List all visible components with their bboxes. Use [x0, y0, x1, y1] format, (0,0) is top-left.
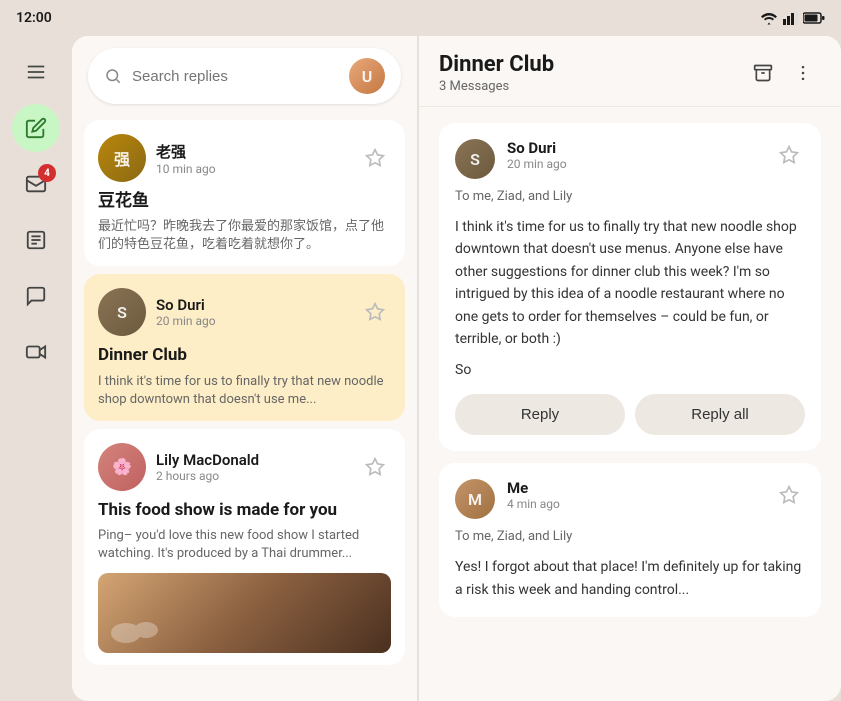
email-sender-2: Me	[507, 479, 761, 497]
card-subject-2: Dinner Club	[98, 344, 391, 366]
user-avatar[interactable]: U	[349, 58, 385, 94]
email-actions-1: Reply Reply all	[455, 394, 805, 435]
compose-icon	[25, 117, 47, 139]
email-sender-1: So Duri	[507, 139, 761, 157]
star-btn-3[interactable]	[359, 451, 391, 483]
email-body-2: Yes! I forgot about that place! I'm defi…	[455, 556, 805, 601]
sidebar-item-menu[interactable]	[12, 48, 60, 96]
email-star-2[interactable]	[773, 479, 805, 511]
star-btn-1[interactable]	[359, 142, 391, 174]
card-meta-2: So Duri 20 min ago	[156, 296, 349, 328]
avatar-soduri-list: S	[98, 288, 146, 336]
avatar-me-thread: M	[455, 479, 495, 519]
card-time-3: 2 hours ago	[156, 469, 349, 483]
avatar-lily: 🌸	[98, 443, 146, 491]
app-container: 4	[0, 36, 841, 701]
card-sender-1: 老强	[156, 141, 349, 162]
email-body-1: I think it's time for us to finally try …	[455, 216, 805, 350]
search-bar: U	[72, 36, 417, 116]
message-card-1[interactable]: 强 老强 10 min ago 豆花鱼 最近忙吗？昨晚我去了你最爱的那家饭馆，点…	[84, 120, 405, 266]
card-sender-3: Lily MacDonald	[156, 451, 349, 469]
reply-button[interactable]: Reply	[455, 394, 625, 435]
reply-all-button[interactable]: Reply all	[635, 394, 805, 435]
email-time-1: 20 min ago	[507, 157, 761, 171]
status-time: 12:00	[16, 10, 52, 26]
card-time-2: 20 min ago	[156, 314, 349, 328]
more-options-button[interactable]	[785, 55, 821, 91]
star-btn-2[interactable]	[359, 296, 391, 328]
message-card-3[interactable]: 🌸 Lily MacDonald 2 hours ago This food s…	[84, 429, 405, 665]
card-header-3: 🌸 Lily MacDonald 2 hours ago	[98, 443, 391, 491]
sidebar-item-video[interactable]	[12, 328, 60, 376]
card-sender-2: So Duri	[156, 296, 349, 314]
email-to-1: To me, Ziad, and Lily	[455, 189, 805, 204]
email-header-1: S So Duri 20 min ago	[455, 139, 805, 179]
thread-header: Dinner Club 3 Messages	[419, 36, 841, 107]
card-subject-3: This food show is made for you	[98, 499, 391, 521]
search-input-wrap: U	[88, 48, 401, 104]
notes-icon	[25, 229, 47, 251]
chat-icon	[25, 285, 47, 307]
archive-button[interactable]	[745, 55, 781, 91]
search-input[interactable]	[132, 68, 339, 85]
thread-title-wrap: Dinner Club 3 Messages	[439, 52, 733, 94]
search-icon	[104, 67, 122, 85]
sidebar-item-chat[interactable]	[12, 272, 60, 320]
wifi-icon	[759, 11, 779, 25]
thread-body: S So Duri 20 min ago To me, Ziad, and Li…	[419, 107, 841, 701]
avatar-laoquang: 强	[98, 134, 146, 182]
email-card-2: M Me 4 min ago To me, Ziad, and Lily Yes…	[439, 463, 821, 617]
left-panel: U 强 老强 10 min ago	[72, 36, 417, 701]
card-meta-1: 老强 10 min ago	[156, 141, 349, 176]
card-time-1: 10 min ago	[156, 162, 349, 176]
email-meta-1: So Duri 20 min ago	[507, 139, 761, 171]
mail-badge: 4	[38, 164, 56, 182]
video-icon	[25, 341, 47, 363]
thread-actions	[745, 55, 821, 91]
email-star-1[interactable]	[773, 139, 805, 171]
email-header-2: M Me 4 min ago	[455, 479, 805, 519]
card-preview-2: I think it's time for us to finally try …	[98, 373, 391, 409]
message-list: 强 老强 10 min ago 豆花鱼 最近忙吗？昨晚我去了你最爱的那家饭馆，点…	[72, 116, 417, 701]
card-header-1: 强 老强 10 min ago	[98, 134, 391, 182]
sidebar-item-mail[interactable]: 4	[12, 160, 60, 208]
status-icons	[759, 11, 825, 25]
sidebar-item-notes[interactable]	[12, 216, 60, 264]
message-card-2[interactable]: S So Duri 20 min ago Dinner Club I think…	[84, 274, 405, 420]
email-sign-1: So	[455, 362, 805, 378]
sidebar: 4	[0, 36, 72, 701]
card-image-3	[98, 573, 391, 653]
thread-title: Dinner Club	[439, 52, 733, 77]
card-header-2: S So Duri 20 min ago	[98, 288, 391, 336]
email-card-1: S So Duri 20 min ago To me, Ziad, and Li…	[439, 123, 821, 451]
email-time-2: 4 min ago	[507, 497, 761, 511]
sidebar-item-compose[interactable]	[12, 104, 60, 152]
card-meta-3: Lily MacDonald 2 hours ago	[156, 451, 349, 483]
card-subject-1: 豆花鱼	[98, 190, 391, 212]
avatar-soduri-thread: S	[455, 139, 495, 179]
battery-icon	[803, 12, 825, 24]
thread-count: 3 Messages	[439, 79, 733, 94]
menu-icon	[25, 61, 47, 83]
email-to-2: To me, Ziad, and Lily	[455, 529, 805, 544]
card-preview-3: Ping– you'd love this new food show I st…	[98, 527, 391, 563]
signal-icon	[783, 11, 799, 25]
status-bar: 12:00	[0, 0, 841, 36]
email-meta-2: Me 4 min ago	[507, 479, 761, 511]
right-panel: Dinner Club 3 Messages	[419, 36, 841, 701]
card-preview-1: 最近忙吗？昨晚我去了你最爱的那家饭馆，点了他们的特色豆花鱼，吃着吃着就想你了。	[98, 218, 391, 254]
